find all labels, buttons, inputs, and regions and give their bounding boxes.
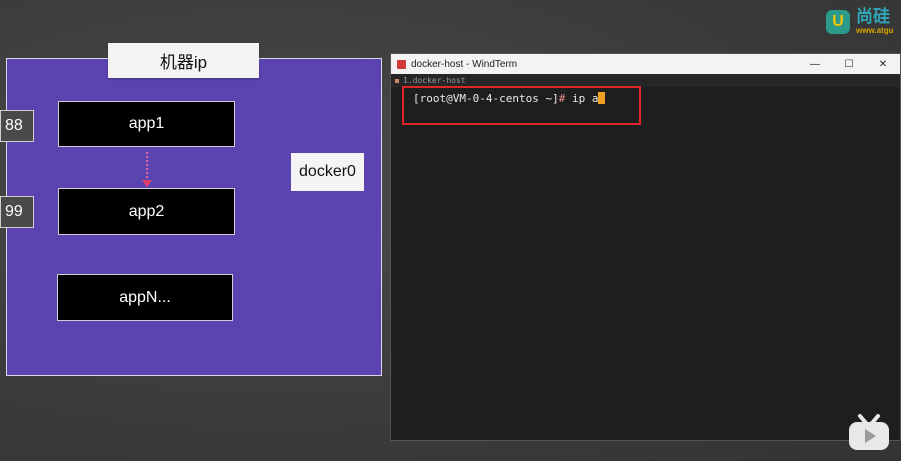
app-icon (397, 59, 406, 69)
tab-dot-icon (395, 78, 399, 83)
port-99: 99 (0, 196, 34, 228)
minimize-icon[interactable]: — (798, 59, 832, 70)
appn-box: appN... (57, 274, 233, 321)
window-controls: — ☐ ✕ (798, 54, 900, 74)
highlight-box (402, 86, 641, 125)
tv-icon[interactable] (846, 412, 892, 452)
brand-logo: U 尚硅 www.atgu (826, 8, 893, 35)
app1-box: app1 (58, 101, 235, 147)
arrow-head (142, 180, 152, 187)
tab-label: 1.docker-host (403, 76, 466, 85)
logo-name: 尚硅 (856, 7, 890, 26)
logo-url: www.atgu (856, 26, 894, 35)
close-icon[interactable]: ✕ (866, 59, 900, 70)
port-88: 88 (0, 110, 34, 142)
machine-ip-label: 机器ip (108, 43, 259, 78)
connection-arrow (146, 152, 148, 182)
window-title: docker-host - WindTerm (411, 58, 518, 70)
docker0-label: docker0 (291, 153, 364, 191)
app2-box: app2 (58, 188, 235, 235)
maximize-icon[interactable]: ☐ (832, 59, 866, 70)
title-bar[interactable]: docker-host - WindTerm — ☐ ✕ (391, 54, 900, 74)
terminal-area[interactable]: [root@VM-0-4-centos ~]# ip a (391, 87, 900, 440)
logo-mark: U (826, 9, 850, 34)
